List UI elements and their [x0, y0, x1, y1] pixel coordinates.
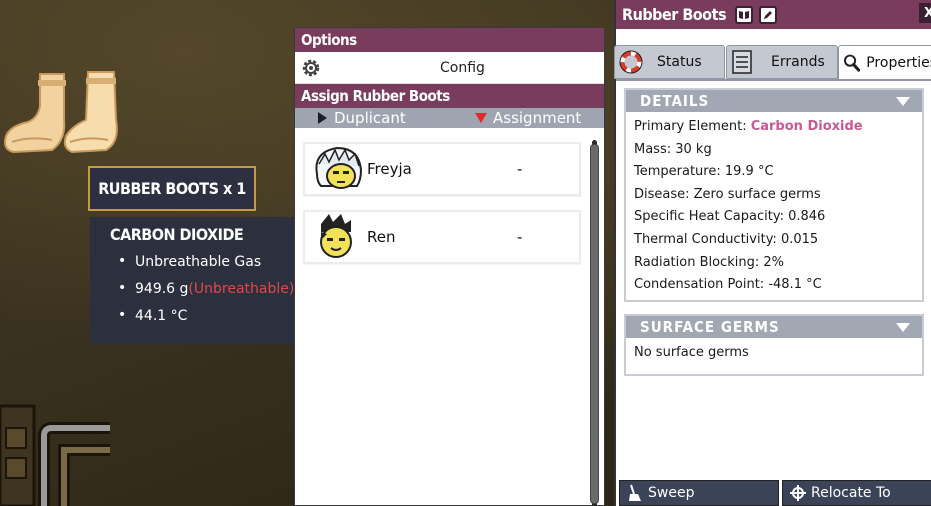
- duplicant-row-ren[interactable]: Ren -: [303, 210, 581, 264]
- duplicant-row-freyja[interactable]: Freyja -: [303, 142, 581, 196]
- temperature-line: Temperature: 19.9 °C: [634, 164, 774, 180]
- assignment-value: -: [517, 228, 523, 246]
- sort-assignment-button[interactable]: Assignment: [475, 109, 581, 127]
- scrollbar-thumb[interactable]: [590, 144, 599, 504]
- freyja-portrait-icon: [315, 146, 363, 189]
- gear-icon: [302, 59, 320, 77]
- surface-germs-header[interactable]: SURFACE GERMS: [626, 316, 922, 338]
- tooltip-element-info: CARBON DIOXIDE Unbreathable Gas 949.6 g(…: [90, 217, 314, 344]
- details-title-bar: Rubber Boots X: [616, 0, 931, 29]
- disease-line: Disease: Zero surface germs: [634, 186, 821, 202]
- radiation-blocking-line: Radiation Blocking: 2%: [634, 254, 784, 270]
- tab-errands[interactable]: Errands: [726, 45, 838, 79]
- tab-separator: [616, 79, 931, 81]
- tab-status[interactable]: Status: [614, 45, 725, 79]
- surface-germs-text: No surface germs: [634, 345, 749, 360]
- collapse-chevron-icon: [896, 323, 910, 332]
- duplicant-name: Freyja: [367, 160, 412, 178]
- sort-arrow-right-icon: [318, 112, 327, 124]
- tooltip-title: RUBBER BOOTS x 1: [88, 166, 256, 211]
- assignment-column-label: Assignment: [493, 109, 582, 127]
- details-tabs: Status Errands Properties: [614, 45, 931, 79]
- broom-icon: [629, 484, 641, 501]
- primary-element-line: Primary Element: Carbon Dioxide: [634, 119, 863, 134]
- options-header: Options: [295, 28, 604, 52]
- tooltip-element-name: CARBON DIOXIDE: [110, 225, 244, 244]
- details-section-header[interactable]: DETAILS: [626, 90, 922, 112]
- close-icon: X: [923, 5, 931, 21]
- assign-panel: Options Config Assign Rubber Boots Dupli…: [294, 27, 605, 506]
- tooltip-property-list: Unbreathable Gas 949.6 g(Unbreathable) 4…: [110, 253, 314, 324]
- surface-germs-section: SURFACE GERMS No surface germs: [624, 314, 924, 376]
- tooltip-property-item: Unbreathable Gas: [118, 253, 314, 270]
- config-button[interactable]: Config: [295, 52, 604, 84]
- lifebuoy-icon: [619, 50, 643, 74]
- structure-tiles: [0, 404, 110, 506]
- magnifier-icon: [843, 54, 861, 72]
- duplicant-name: Ren: [367, 228, 396, 246]
- assignment-value: -: [517, 160, 523, 178]
- ren-portrait-icon: [320, 214, 352, 258]
- relocate-to-button[interactable]: Relocate To: [782, 480, 931, 506]
- close-button[interactable]: X: [919, 3, 931, 23]
- primary-element-link[interactable]: Carbon Dioxide: [751, 119, 863, 134]
- duplicant-column-label: Duplicant: [334, 109, 406, 127]
- collapse-chevron-icon: [896, 97, 910, 106]
- config-label: Config: [440, 59, 485, 76]
- errands-list-icon: [732, 50, 752, 74]
- tooltip-property-item: 44.1 °C: [118, 307, 314, 324]
- tooltip-property-item: 949.6 g(Unbreathable): [118, 280, 314, 297]
- condensation-point-line: Condensation Point: -48.1 °C: [634, 277, 822, 293]
- unbreathable-warning: (Unbreathable): [188, 281, 295, 297]
- sweep-button[interactable]: Sweep: [619, 480, 779, 506]
- rename-icon[interactable]: [759, 5, 778, 24]
- details-section: DETAILS Primary Element: Carbon Dioxide …: [624, 88, 924, 302]
- rubber-boots-sprite[interactable]: [0, 68, 135, 158]
- mass-line: Mass: 30 kg: [634, 141, 712, 157]
- crosshair-icon: [790, 485, 806, 501]
- thermal-conductivity-line: Thermal Conductivity: 0.015: [634, 231, 819, 247]
- sort-duplicant-button[interactable]: Duplicant: [318, 109, 406, 127]
- specific-heat-line: Specific Heat Capacity: 0.846: [634, 209, 826, 225]
- assign-header: Assign Rubber Boots: [295, 84, 604, 108]
- details-panel: Rubber Boots X Status Errands Properties…: [614, 0, 931, 506]
- details-title: Rubber Boots: [622, 5, 727, 24]
- codex-book-icon[interactable]: [735, 5, 754, 24]
- tab-properties[interactable]: Properties: [838, 45, 931, 79]
- column-header-row: Duplicant Assignment: [295, 108, 604, 128]
- sort-arrow-down-icon: [475, 113, 487, 123]
